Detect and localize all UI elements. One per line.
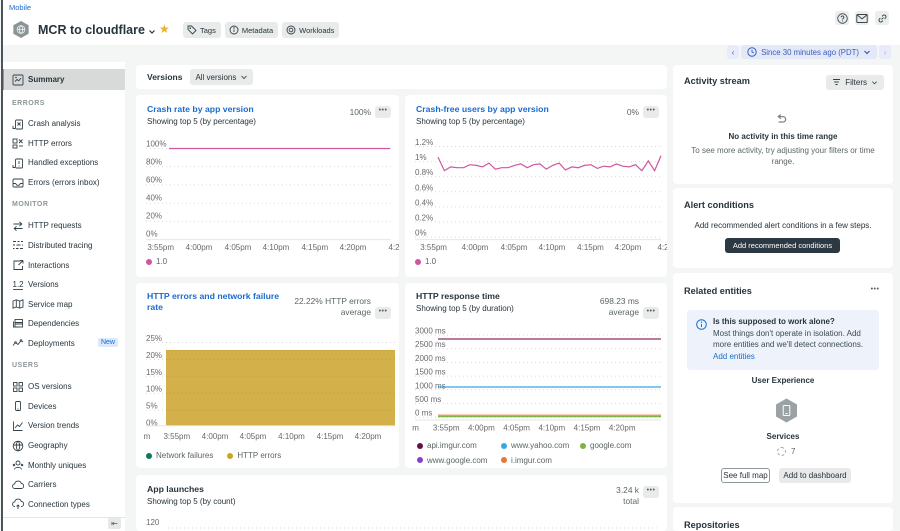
- svg-text:40%: 40%: [146, 194, 162, 203]
- svg-text:m: m: [412, 424, 419, 433]
- svg-text:500 ms: 500 ms: [415, 395, 441, 404]
- svg-text:60%: 60%: [146, 176, 162, 185]
- svg-text:3:55pm: 3:55pm: [163, 432, 190, 441]
- svg-text:0%: 0%: [146, 230, 158, 239]
- svg-text:20%: 20%: [146, 351, 162, 360]
- svg-text:2500 ms: 2500 ms: [415, 340, 446, 349]
- svg-text:1500 ms: 1500 ms: [415, 368, 446, 377]
- svg-text:4:2: 4:2: [657, 243, 667, 252]
- svg-text:3000 ms: 3000 ms: [415, 327, 446, 336]
- svg-text:15%: 15%: [146, 368, 162, 377]
- svg-text:m: m: [144, 432, 151, 441]
- svg-text:4:15pm: 4:15pm: [317, 432, 344, 441]
- svg-text:100%: 100%: [146, 140, 166, 149]
- svg-text:3:55pm: 3:55pm: [147, 243, 174, 252]
- svg-text:25%: 25%: [146, 334, 162, 343]
- svg-text:0.6%: 0.6%: [415, 183, 433, 192]
- svg-text:1000 ms: 1000 ms: [415, 381, 446, 390]
- svg-text:0%: 0%: [415, 229, 427, 238]
- svg-text:4:05pm: 4:05pm: [503, 424, 530, 433]
- svg-text:4:20pm: 4:20pm: [355, 432, 382, 441]
- svg-text:4:10pm: 4:10pm: [539, 243, 566, 252]
- svg-text:4:10pm: 4:10pm: [278, 432, 305, 441]
- svg-text:4:20pm: 4:20pm: [615, 243, 642, 252]
- svg-text:1%: 1%: [415, 153, 427, 162]
- svg-text:4:00pm: 4:00pm: [186, 243, 213, 252]
- svg-text:4:05pm: 4:05pm: [225, 243, 252, 252]
- svg-text:4:15pm: 4:15pm: [301, 243, 328, 252]
- svg-text:4:20pm: 4:20pm: [340, 243, 367, 252]
- svg-text:4:05pm: 4:05pm: [501, 243, 528, 252]
- svg-text:4:2: 4:2: [388, 243, 399, 252]
- svg-text:0.2%: 0.2%: [415, 214, 433, 223]
- svg-text:120: 120: [146, 518, 160, 527]
- svg-text:0 ms: 0 ms: [415, 409, 432, 418]
- svg-text:1.2: 1.2: [13, 280, 25, 289]
- svg-text:4:00pm: 4:00pm: [202, 432, 229, 441]
- svg-text:1.2%: 1.2%: [415, 138, 433, 147]
- svg-text:4:10pm: 4:10pm: [538, 424, 565, 433]
- svg-text:4:20pm: 4:20pm: [609, 424, 636, 433]
- svg-text:4:15pm: 4:15pm: [574, 424, 601, 433]
- svg-text:5%: 5%: [146, 402, 158, 411]
- svg-text:4:05pm: 4:05pm: [240, 432, 267, 441]
- svg-text:3:55pm: 3:55pm: [420, 243, 447, 252]
- svg-text:4:00pm: 4:00pm: [462, 243, 489, 252]
- svg-text:2000 ms: 2000 ms: [415, 354, 446, 363]
- svg-text:4:00pm: 4:00pm: [468, 424, 495, 433]
- svg-text:4:15pm: 4:15pm: [577, 243, 604, 252]
- svg-text:80%: 80%: [146, 158, 162, 167]
- svg-text:0.8%: 0.8%: [415, 168, 433, 177]
- svg-text:10%: 10%: [146, 385, 162, 394]
- svg-text:4:10pm: 4:10pm: [263, 243, 290, 252]
- svg-text:0.4%: 0.4%: [415, 198, 433, 207]
- svg-text:3:55pm: 3:55pm: [433, 424, 460, 433]
- svg-text:20%: 20%: [146, 212, 162, 221]
